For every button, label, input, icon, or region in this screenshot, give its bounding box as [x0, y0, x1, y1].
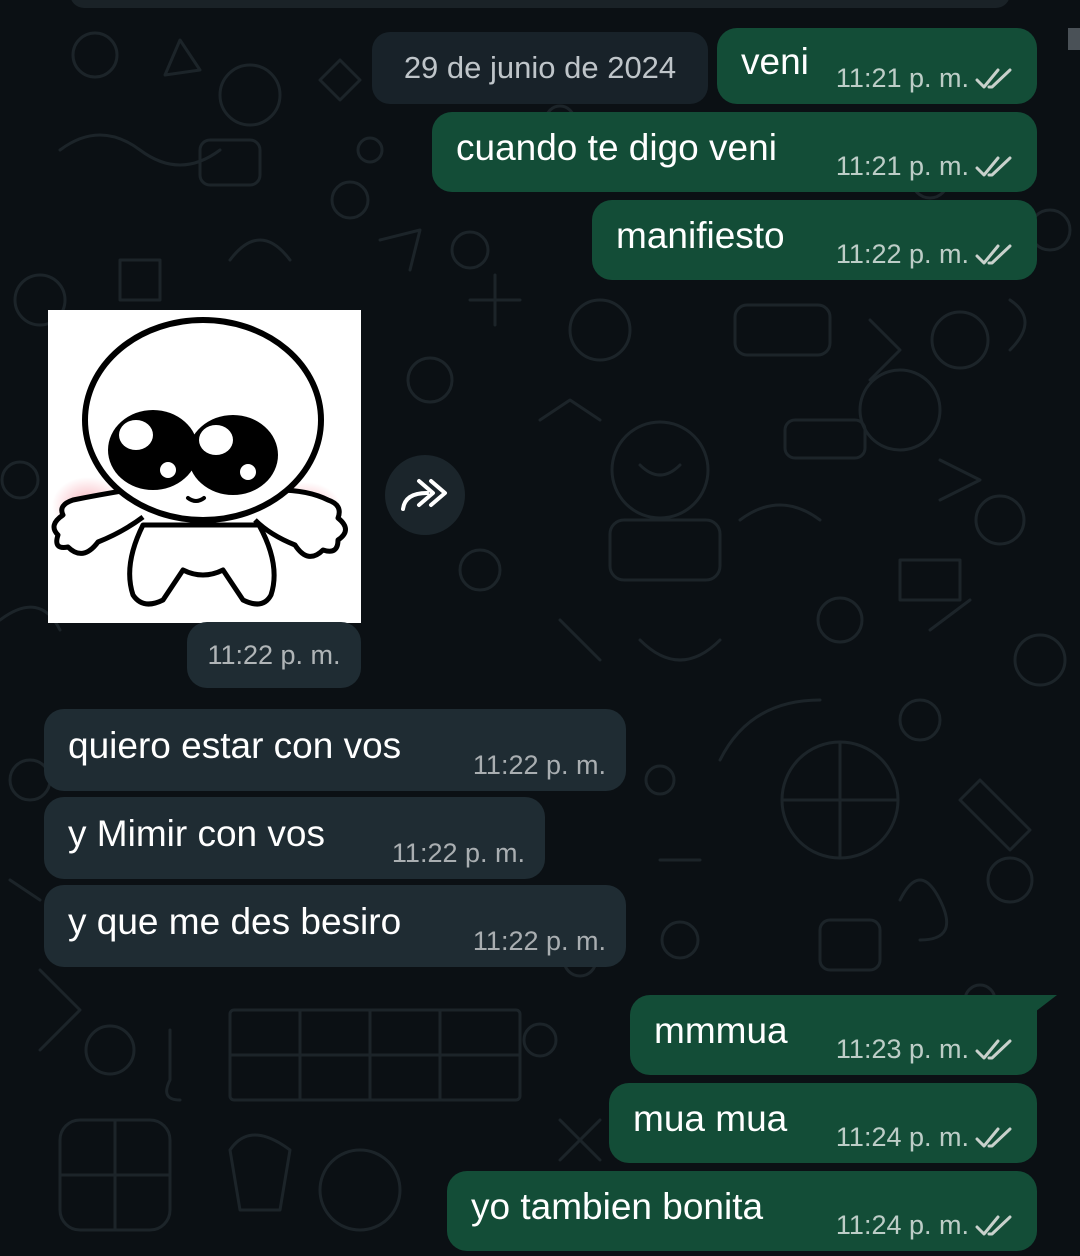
message-text: manifiesto	[616, 214, 785, 256]
message-time: 11:24 p. m.	[835, 1210, 969, 1240]
message-time: 11:21 p. m.	[835, 63, 969, 93]
double-check-icon	[975, 1215, 1012, 1235]
message-text: y que me des besiro	[68, 900, 402, 942]
message-text: quiero estar con vos	[68, 724, 402, 766]
message-time: 11:23 p. m.	[835, 1034, 969, 1064]
message-bubble-outgoing[interactable]: yo tambien bonita 11:24 p. m.	[447, 1171, 1037, 1251]
double-check-icon	[975, 1127, 1012, 1147]
bubble-tail	[1031, 995, 1057, 1015]
message-bubble-incoming[interactable]: y que me des besiro 11:22 p. m.	[44, 885, 626, 967]
scrollbar-thumb[interactable]	[1068, 28, 1080, 50]
message-text: mmmua	[654, 1009, 788, 1051]
message-meta: 11:21 p. m.	[836, 151, 1015, 182]
message-text: cuando te digo veni	[456, 126, 777, 168]
message-time: 11:22 p. m.	[472, 926, 606, 956]
message-text: yo tambien bonita	[471, 1185, 764, 1227]
message-bubble-incoming[interactable]: quiero estar con vos 11:22 p. m.	[44, 709, 626, 791]
message-time: 11:22 p. m.	[835, 239, 969, 269]
message-time: 11:22 p. m.	[472, 750, 606, 780]
forward-icon	[401, 479, 447, 511]
sticker-image[interactable]	[48, 310, 361, 623]
message-bubble-outgoing[interactable]: mua mua 11:24 p. m.	[609, 1083, 1037, 1163]
message-meta: 11:24 p. m.	[836, 1122, 1015, 1153]
message-text: mua mua	[633, 1097, 788, 1139]
message-text: veni	[741, 40, 809, 82]
message-bubble-outgoing[interactable]: manifiesto 11:22 p. m.	[592, 200, 1037, 280]
message-bubble-outgoing[interactable]: mmmua 11:23 p. m.	[630, 995, 1057, 1075]
message-meta: 11:22 p. m.	[836, 239, 1015, 270]
message-bubble-outgoing[interactable]: veni 11:21 p. m.	[717, 28, 1037, 104]
message-meta: 11:23 p. m.	[836, 1034, 1015, 1065]
message-meta: 11:24 p. m.	[836, 1210, 1015, 1241]
cartoon-character-sticker	[51, 317, 348, 607]
double-check-icon	[975, 68, 1012, 88]
message-time: 11:22 p. m.	[391, 838, 525, 868]
message-time: 11:24 p. m.	[835, 1122, 969, 1152]
message-time: 11:21 p. m.	[835, 151, 969, 181]
sticker-time: 11:22 p. m.	[187, 622, 361, 688]
double-check-icon	[975, 244, 1012, 264]
date-divider: 29 de junio de 2024	[372, 32, 708, 104]
message-bubble-incoming[interactable]: y Mimir con vos 11:22 p. m.	[44, 797, 545, 879]
message-text: y Mimir con vos	[68, 812, 325, 854]
double-check-icon	[975, 156, 1012, 176]
chat-screen: 29 de junio de 2024 veni 11:21 p. m. cua…	[0, 0, 1080, 1256]
double-check-icon	[975, 1039, 1012, 1059]
message-meta: 11:21 p. m.	[836, 63, 1015, 94]
header-edge	[70, 0, 1010, 8]
message-bubble-outgoing[interactable]: cuando te digo veni 11:21 p. m.	[432, 112, 1037, 192]
forward-button[interactable]	[385, 455, 465, 535]
